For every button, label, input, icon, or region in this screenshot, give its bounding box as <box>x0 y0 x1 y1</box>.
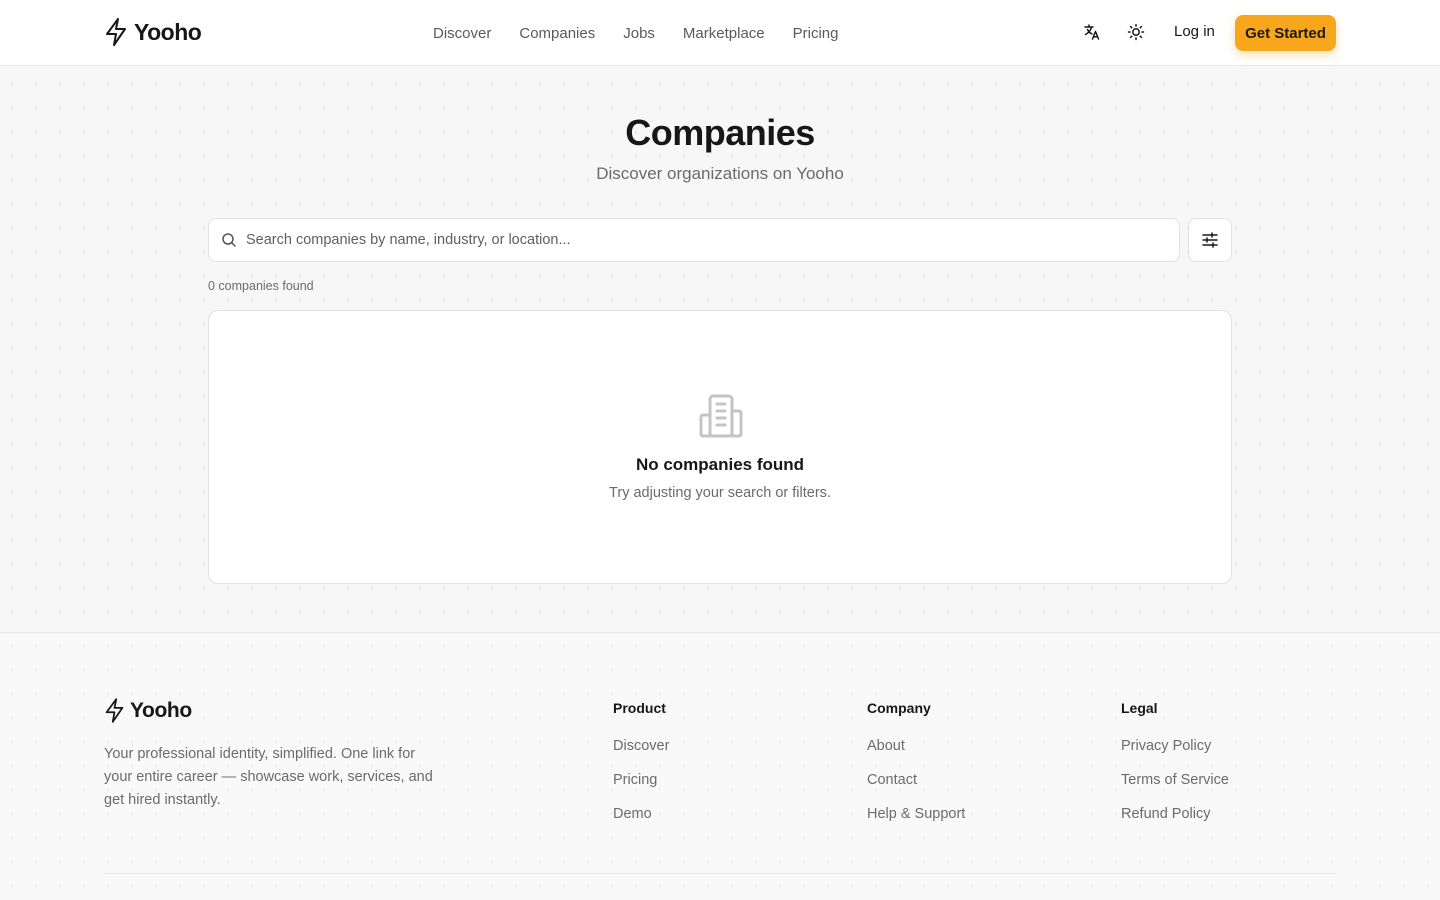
footer-link-demo[interactable]: Demo <box>613 806 669 840</box>
building-icon <box>699 394 743 438</box>
nav-companies[interactable]: Companies <box>519 25 595 42</box>
footer-link-help-support[interactable]: Help & Support <box>867 806 965 840</box>
main-nav: Discover Companies Jobs Marketplace Pric… <box>433 20 838 46</box>
footer-tagline: Your professional identity, simplified. … <box>104 746 433 808</box>
footer-link-terms-of-service[interactable]: Terms of Service <box>1121 772 1229 806</box>
page-subtitle: Discover organizations on Yooho <box>596 164 844 183</box>
footer-brand-name: Yooho <box>130 698 192 722</box>
footer-link-about[interactable]: About <box>867 738 965 772</box>
brand-name: Yooho <box>134 18 202 45</box>
search-icon <box>222 233 236 247</box>
search-bar <box>208 218 1180 262</box>
nav-discover[interactable]: Discover <box>433 25 491 42</box>
nav-jobs[interactable]: Jobs <box>623 25 655 42</box>
brand-logo[interactable]: Yooho <box>104 16 202 48</box>
empty-state-card: No companies found Try adjusting your se… <box>208 310 1232 584</box>
footer-brand-logo[interactable]: Yooho <box>104 697 192 724</box>
footer-column-legal: Legal Privacy Policy Terms of Service Re… <box>1121 700 1229 840</box>
translate-icon <box>1084 24 1100 40</box>
footer-column-product: Product Discover Pricing Demo <box>613 700 669 840</box>
footer-column-company: Company About Contact Help & Support <box>867 700 965 840</box>
footer-link-contact[interactable]: Contact <box>867 772 965 806</box>
footer-column-title: Legal <box>1121 700 1158 716</box>
nav-pricing[interactable]: Pricing <box>793 25 839 42</box>
footer-link-privacy-policy[interactable]: Privacy Policy <box>1121 738 1229 772</box>
top-navbar: Yooho Discover Companies Jobs Marketplac… <box>0 0 1440 66</box>
page-title: Companies <box>625 112 815 153</box>
nav-marketplace[interactable]: Marketplace <box>683 25 765 42</box>
footer-divider <box>104 873 1336 874</box>
footer-link-pricing[interactable]: Pricing <box>613 772 669 806</box>
theme-toggle-button[interactable] <box>1126 22 1146 42</box>
filter-button[interactable] <box>1188 218 1232 262</box>
results-count: 0 companies found <box>208 279 314 293</box>
lightning-bolt-icon <box>105 698 124 723</box>
get-started-button[interactable]: Get Started <box>1235 15 1336 51</box>
footer-link-refund-policy[interactable]: Refund Policy <box>1121 806 1229 840</box>
footer-column-title: Product <box>613 700 666 716</box>
empty-state-title: No companies found <box>635 455 805 474</box>
sliders-icon <box>1202 232 1218 248</box>
search-input[interactable] <box>246 232 1179 248</box>
footer-column-title: Company <box>867 700 931 716</box>
sun-icon <box>1127 23 1145 41</box>
empty-state-text: Try adjusting your search or filters. <box>609 485 831 501</box>
site-footer: Yooho Your professional identity, simpli… <box>0 632 1440 900</box>
language-toggle-button[interactable] <box>1082 22 1102 42</box>
footer-link-discover[interactable]: Discover <box>613 738 669 772</box>
lightning-bolt-icon <box>106 18 126 46</box>
login-link[interactable]: Log in <box>1174 23 1215 40</box>
